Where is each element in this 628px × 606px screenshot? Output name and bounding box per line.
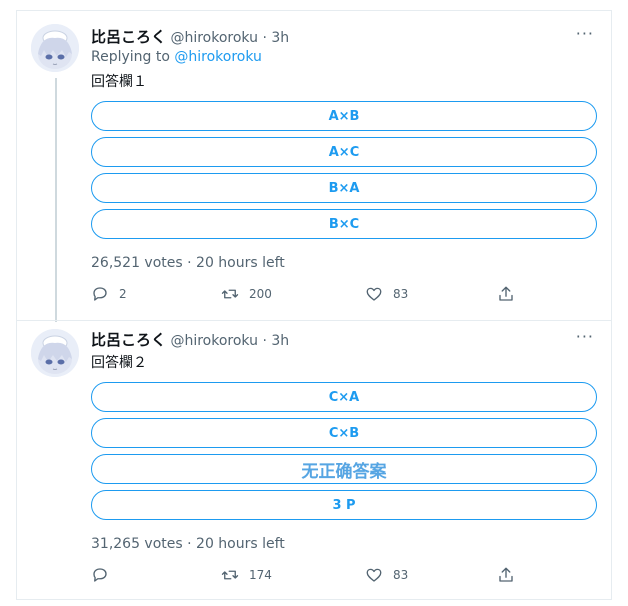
like-button[interactable]: 83 xyxy=(365,566,408,584)
display-name[interactable]: 比呂ころく xyxy=(91,28,166,46)
separator-dot: · xyxy=(262,333,267,349)
retweet-count: 200 xyxy=(249,287,272,301)
poll-meta: 26,521 votes · 20 hours left xyxy=(91,255,285,271)
retweet-icon xyxy=(221,570,239,580)
like-icon xyxy=(366,568,382,582)
poll-choice[interactable]: B×C xyxy=(91,209,597,239)
retweet-count: 174 xyxy=(249,568,272,582)
reply-count: 2 xyxy=(119,287,127,301)
avatar[interactable] xyxy=(31,24,79,72)
retweet-button[interactable]: 200 xyxy=(221,285,272,303)
like-count: 83 xyxy=(393,568,409,582)
tweet-text: 回答欄１ xyxy=(91,74,147,90)
tweet-text: 回答欄２ xyxy=(91,355,147,371)
share-icon xyxy=(499,286,513,301)
timestamp[interactable]: 3h xyxy=(271,333,289,349)
tweet-1[interactable]: 比呂ころく @hirokoroku · 3h ··· Replying to @… xyxy=(16,10,612,320)
poll-choice[interactable]: C×B xyxy=(91,418,597,448)
timestamp[interactable]: 3h xyxy=(271,30,289,46)
separator-dot: · xyxy=(262,30,267,46)
share-button[interactable] xyxy=(497,566,525,584)
avatar-illustration xyxy=(31,329,79,377)
more-icon[interactable]: ··· xyxy=(576,327,594,346)
like-icon xyxy=(366,287,382,301)
tweet-actions: 174 83 xyxy=(91,566,531,588)
like-button[interactable]: 83 xyxy=(365,285,408,303)
poll-choice[interactable]: 3 P xyxy=(91,490,597,520)
avatar-illustration xyxy=(31,24,79,72)
replying-handle-link[interactable]: @hirokoroku xyxy=(174,49,262,65)
retweet-icon xyxy=(221,289,239,299)
avatar[interactable] xyxy=(31,329,79,377)
tweet-header: 比呂ころく @hirokoroku · 3h xyxy=(91,329,289,350)
poll-choice[interactable]: 无正确答案 xyxy=(91,454,597,484)
reply-button[interactable] xyxy=(91,566,119,584)
tweet-header: 比呂ころく @hirokoroku · 3h xyxy=(91,26,289,47)
like-count: 83 xyxy=(393,287,409,301)
retweet-button[interactable]: 174 xyxy=(221,566,272,584)
tweet-actions: 2 200 83 xyxy=(91,285,531,307)
poll-choice[interactable]: B×A xyxy=(91,173,597,203)
poll-choice[interactable]: A×B xyxy=(91,101,597,131)
more-icon[interactable]: ··· xyxy=(576,24,594,43)
reply-icon xyxy=(93,568,107,582)
share-button[interactable] xyxy=(497,285,525,303)
user-handle[interactable]: @hirokoroku xyxy=(170,30,258,46)
poll-meta: 31,265 votes · 20 hours left xyxy=(91,536,285,552)
poll-choice[interactable]: C×A xyxy=(91,382,597,412)
poll-choice[interactable]: A×C xyxy=(91,137,597,167)
replying-prefix: Replying to xyxy=(91,49,175,65)
reply-icon xyxy=(93,287,107,301)
tweet-2[interactable]: 比呂ころく @hirokoroku · 3h ··· 回答欄２ C×A C×B … xyxy=(16,321,612,600)
user-handle[interactable]: @hirokoroku xyxy=(170,333,258,349)
display-name[interactable]: 比呂ころく xyxy=(91,331,166,349)
share-icon xyxy=(499,567,513,582)
replying-to: Replying to @hirokoroku xyxy=(91,49,262,65)
reply-button[interactable]: 2 xyxy=(91,285,127,303)
